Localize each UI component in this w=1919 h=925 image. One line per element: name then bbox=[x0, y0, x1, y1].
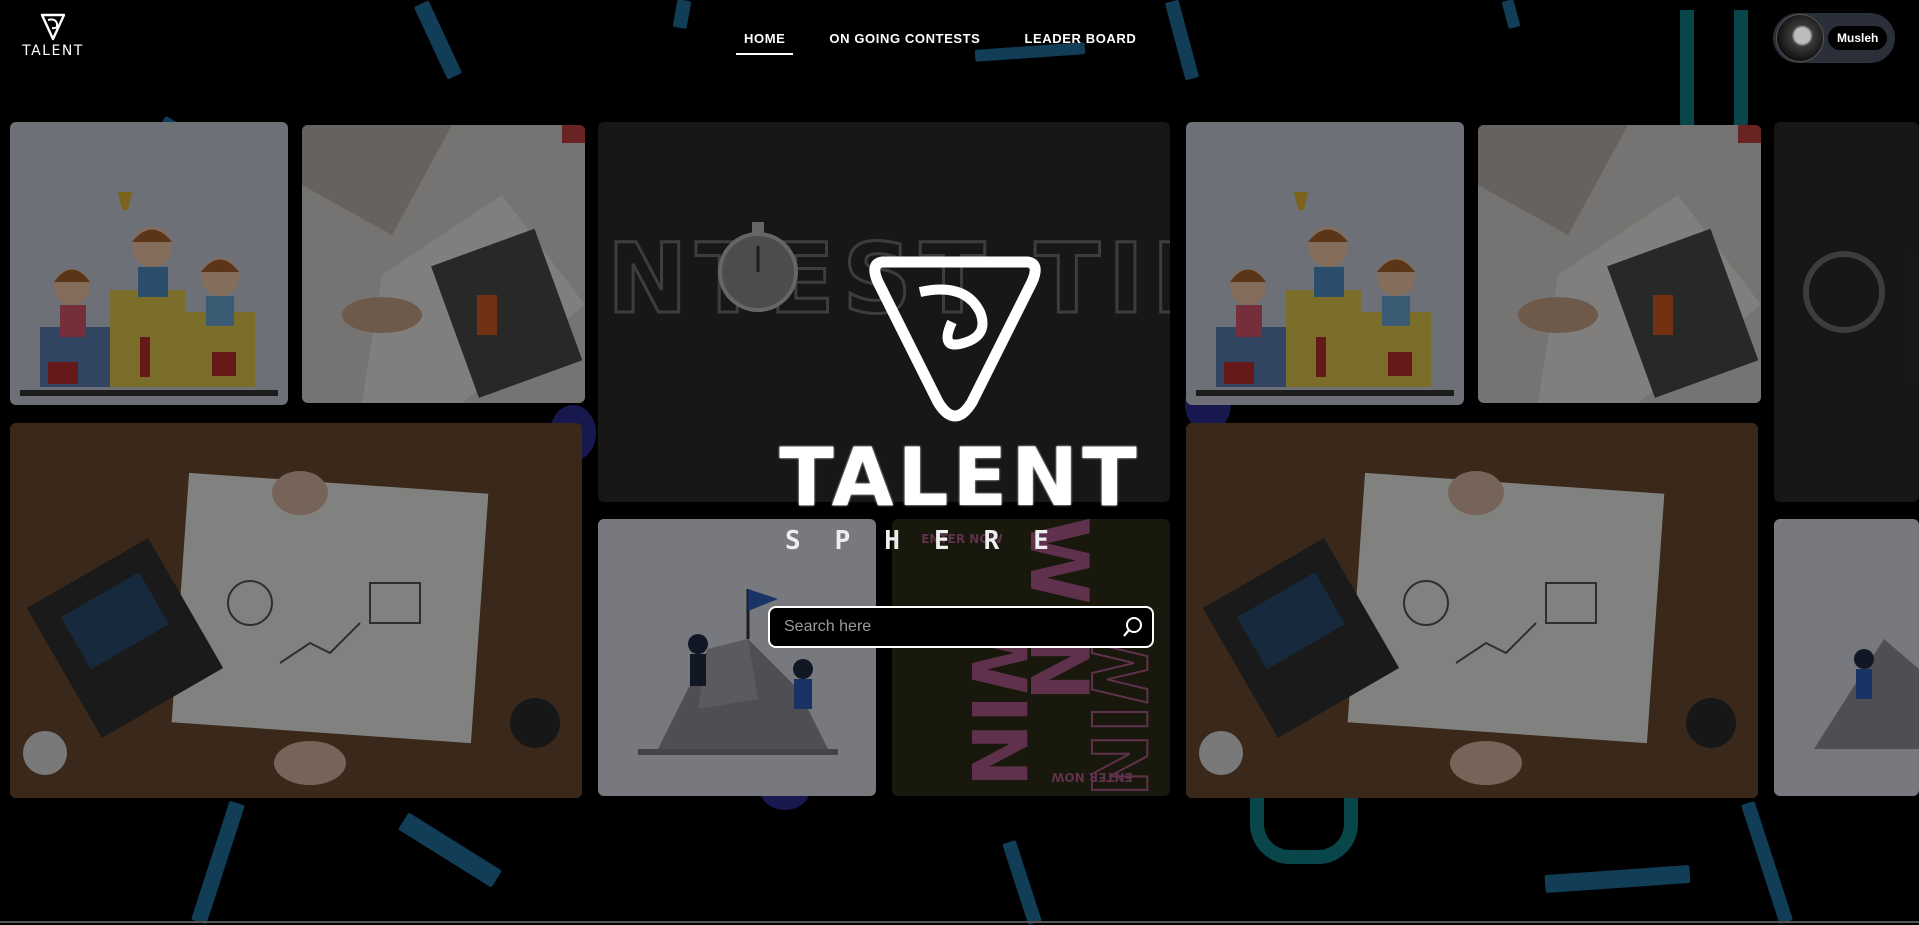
top-header: TALENT HOME ON GOING CONTESTS LEADER BOA… bbox=[0, 0, 1919, 80]
user-name: Musleh bbox=[1828, 26, 1888, 50]
gallery-tile-kids-podium bbox=[1186, 122, 1464, 405]
gallery-tile-mountain-climb bbox=[598, 519, 876, 796]
nav-leader-board[interactable]: LEADER BOARD bbox=[1016, 28, 1144, 55]
avatar[interactable] bbox=[1776, 14, 1824, 62]
win-poster: WIN WIN WIN ENTER NOW ENTER NOW bbox=[921, 519, 1164, 796]
logo-icon bbox=[40, 13, 66, 41]
search-bar[interactable] bbox=[768, 606, 1154, 648]
mountain-climb-illustration bbox=[1814, 639, 1919, 749]
gallery-tile-laptop-desk bbox=[1478, 125, 1761, 403]
nav-ongoing-contests[interactable]: ON GOING CONTESTS bbox=[821, 28, 988, 55]
gallery-tile-desk-sketch bbox=[1186, 423, 1758, 798]
gallery-tile-mountain-climb bbox=[1774, 519, 1919, 796]
gallery-tile-desk-sketch bbox=[10, 423, 582, 798]
confetti-shape bbox=[1741, 800, 1793, 925]
kids-podium-illustration bbox=[1196, 192, 1454, 396]
confetti-shape bbox=[191, 800, 245, 925]
mountain-climb-illustration bbox=[638, 589, 838, 755]
laptop-desk-photo bbox=[302, 125, 585, 403]
kids-podium-illustration bbox=[20, 192, 278, 396]
confetti-shape bbox=[1250, 790, 1358, 864]
brand-logo[interactable]: TALENT bbox=[20, 12, 86, 60]
gallery-tile-win-poster: WIN WIN WIN ENTER NOW ENTER NOW bbox=[892, 519, 1170, 796]
confetti-shape bbox=[1544, 864, 1691, 894]
gallery-tile-kids-podium bbox=[10, 122, 288, 405]
gallery-tile-laptop-desk bbox=[302, 125, 585, 403]
contest-time-chalkboard bbox=[1803, 251, 1885, 333]
logo-text: TALENT bbox=[22, 43, 84, 59]
enter-now-text: ENTER NOW bbox=[1051, 770, 1133, 784]
desk-sketch-photo bbox=[23, 471, 560, 785]
user-menu[interactable]: Musleh bbox=[1773, 13, 1895, 63]
desk-sketch-photo bbox=[1199, 471, 1736, 785]
confetti-shape bbox=[1002, 839, 1042, 925]
brand-title: TALENT bbox=[779, 431, 1141, 524]
laptop-desk-photo bbox=[1478, 125, 1761, 403]
page-bottom-border bbox=[0, 921, 1919, 923]
main-nav: HOME ON GOING CONTESTS LEADER BOARD bbox=[736, 28, 1144, 55]
confetti-shape bbox=[398, 812, 502, 888]
gallery-tile-contest-time bbox=[1774, 122, 1919, 502]
hero-logo-icon bbox=[869, 256, 1041, 422]
search-input[interactable] bbox=[782, 617, 1106, 637]
nav-home[interactable]: HOME bbox=[736, 28, 794, 55]
search-icon[interactable] bbox=[1122, 616, 1144, 638]
brand-subtitle: SPHERE bbox=[785, 526, 1083, 556]
